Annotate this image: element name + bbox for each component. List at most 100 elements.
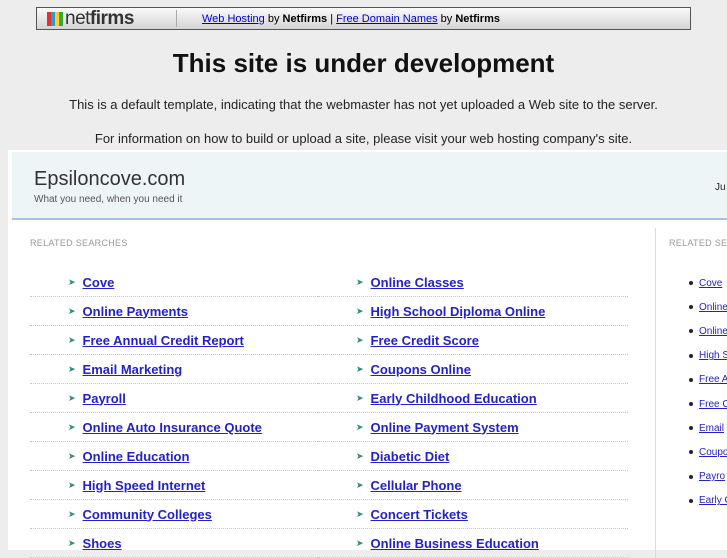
search-link[interactable]: Online Classes — [371, 275, 464, 290]
search-result-item[interactable]: ➤ Online Auto Insurance Quote — [30, 413, 340, 442]
search-link[interactable]: Concert Tickets — [371, 507, 468, 522]
arrow-icon: ➤ — [68, 537, 76, 548]
parked-domain-frame: Epsiloncove.com What you need, when you … — [8, 150, 727, 558]
sidebar-link[interactable]: Online — [699, 326, 727, 337]
netfirms-banner: netfirms Web Hosting by Netfirms | Free … — [36, 7, 691, 30]
sidebar-item[interactable]: Coupo — [669, 440, 727, 464]
arrow-icon: ➤ — [356, 508, 364, 519]
arrow-icon: ➤ — [356, 392, 364, 403]
sidebar-link[interactable]: Free C — [699, 399, 727, 410]
sidebar-link[interactable]: Coupo — [699, 447, 727, 458]
bullet-icon — [689, 426, 693, 431]
search-link[interactable]: Early Childhood Education — [371, 391, 537, 406]
sidebar-item[interactable]: Payro — [669, 465, 727, 489]
search-column-left: ➤ Cove ➤ Online Payments ➤ Free Annual Credit… — [30, 268, 340, 558]
sidebar-link[interactable]: Online — [699, 302, 727, 313]
search-result-item[interactable]: ➤ Online Classes — [318, 268, 628, 297]
hosting-info-message: For information on how to build or uploa… — [94, 131, 633, 146]
search-link[interactable]: Free Credit Score — [371, 333, 479, 348]
search-result-item[interactable]: ➤ Email Marketing — [30, 355, 340, 384]
free-domain-link[interactable]: Free Domain Names — [336, 13, 437, 25]
search-result-item[interactable]: ➤ Community Colleges — [30, 500, 340, 529]
site-name[interactable]: Epsiloncove.com — [34, 168, 185, 191]
sidebar-link[interactable]: High S — [699, 350, 727, 361]
search-link[interactable]: Community Colleges — [83, 507, 212, 522]
search-link[interactable]: Online Payments — [83, 304, 188, 319]
search-link[interactable]: Email Marketing — [83, 362, 183, 377]
sidebar-item[interactable]: High S — [669, 344, 727, 368]
bullet-icon — [689, 402, 693, 407]
header-right-text: Ju — [715, 182, 726, 193]
search-link[interactable]: Diabetic Diet — [371, 449, 450, 464]
bullet-icon — [689, 353, 693, 358]
arrow-icon: ➤ — [356, 421, 364, 432]
page-title: This site is under development — [172, 48, 555, 78]
sidebar-link[interactable]: Free A — [699, 374, 727, 385]
arrow-icon: ➤ — [356, 450, 364, 461]
search-result-item[interactable]: ➤ Cove — [30, 268, 340, 297]
sidebar-item[interactable]: Online — [669, 295, 727, 319]
search-result-item[interactable]: ➤ Coupons Online — [318, 355, 628, 384]
search-result-item[interactable]: ➤ Cellular Phone — [318, 471, 628, 500]
related-searches-label: RELATED SEARCHES — [30, 238, 128, 248]
brand-text: Netfirms — [455, 12, 500, 25]
search-result-item[interactable]: ➤ Online Payment System — [318, 413, 628, 442]
sidebar-link[interactable]: Early C — [699, 495, 727, 506]
search-link[interactable]: Cellular Phone — [371, 478, 462, 493]
search-result-item[interactable]: ➤ Diabetic Diet — [318, 442, 628, 471]
column-divider — [655, 228, 656, 558]
search-link[interactable]: Coupons Online — [371, 362, 471, 377]
arrow-icon: ➤ — [356, 276, 364, 287]
related-searches: RELATED SEARCHES ➤ Cove ➤ Online Payments ➤ F… — [30, 238, 628, 558]
search-link[interactable]: High Speed Internet — [83, 478, 206, 493]
search-link[interactable]: Payroll — [83, 391, 126, 406]
sidebar-item[interactable]: Cove — [669, 271, 727, 295]
search-link[interactable]: Shoes — [83, 536, 122, 551]
arrow-icon: ➤ — [68, 363, 76, 374]
sidebar-link[interactable]: Email — [699, 423, 724, 434]
search-link[interactable]: Online Business Education — [371, 536, 539, 551]
bullet-icon — [689, 474, 693, 479]
sidebar-item[interactable]: Email — [669, 416, 727, 440]
arrow-icon: ➤ — [68, 479, 76, 490]
search-link[interactable]: Cove — [83, 275, 115, 290]
search-link[interactable]: High School Diploma Online — [371, 304, 546, 319]
search-result-item[interactable]: ➤ High School Diploma Online — [318, 297, 628, 326]
search-result-item[interactable]: ➤ Online Education — [30, 442, 340, 471]
search-result-item[interactable]: ➤ High Speed Internet — [30, 471, 340, 500]
by-text: by — [437, 12, 456, 25]
search-result-item[interactable]: ➤ Online Business Education — [318, 529, 628, 558]
arrow-icon: ➤ — [68, 305, 76, 316]
netfirms-logo-icon — [47, 11, 63, 26]
bullet-icon — [689, 498, 693, 503]
site-header: Epsiloncove.com What you need, when you … — [12, 152, 727, 220]
sidebar-related-searches: RELATED SE Cove Online Online High S Free A F… — [669, 238, 727, 513]
search-result-item[interactable]: ➤ Concert Tickets — [318, 500, 628, 529]
sidebar-link[interactable]: Cove — [699, 278, 722, 289]
search-result-item[interactable]: ➤ Shoes — [30, 529, 340, 558]
search-link[interactable]: Online Education — [83, 449, 190, 464]
by-text: by — [264, 12, 283, 25]
search-result-item[interactable]: ➤ Free Annual Credit Report — [30, 326, 340, 355]
search-result-item[interactable]: ➤ Payroll — [30, 384, 340, 413]
search-link[interactable]: Online Payment System — [371, 420, 519, 435]
sidebar-item[interactable]: Free C — [669, 392, 727, 416]
sidebar-label: RELATED SE — [669, 238, 727, 248]
web-hosting-link[interactable]: Web Hosting — [202, 13, 265, 25]
sidebar-link[interactable]: Payro — [699, 471, 725, 482]
brand-text: Netfirms — [282, 12, 328, 25]
search-result-item[interactable]: ➤ Early Childhood Education — [318, 384, 628, 413]
sidebar-item[interactable]: Early C — [669, 489, 727, 513]
search-link[interactable]: Online Auto Insurance Quote — [83, 420, 262, 435]
search-result-item[interactable]: ➤ Free Credit Score — [318, 326, 628, 355]
sidebar-item[interactable]: Free A — [669, 368, 727, 392]
netfirms-logo[interactable]: netfirms — [37, 8, 177, 29]
bullet-icon — [689, 305, 693, 310]
arrow-icon: ➤ — [68, 276, 76, 287]
sidebar-item[interactable]: Online — [669, 319, 727, 343]
search-link[interactable]: Free Annual Credit Report — [83, 333, 244, 348]
arrow-icon: ➤ — [356, 479, 364, 490]
arrow-icon: ➤ — [68, 334, 76, 345]
arrow-icon: ➤ — [68, 421, 76, 432]
search-result-item[interactable]: ➤ Online Payments — [30, 297, 340, 326]
